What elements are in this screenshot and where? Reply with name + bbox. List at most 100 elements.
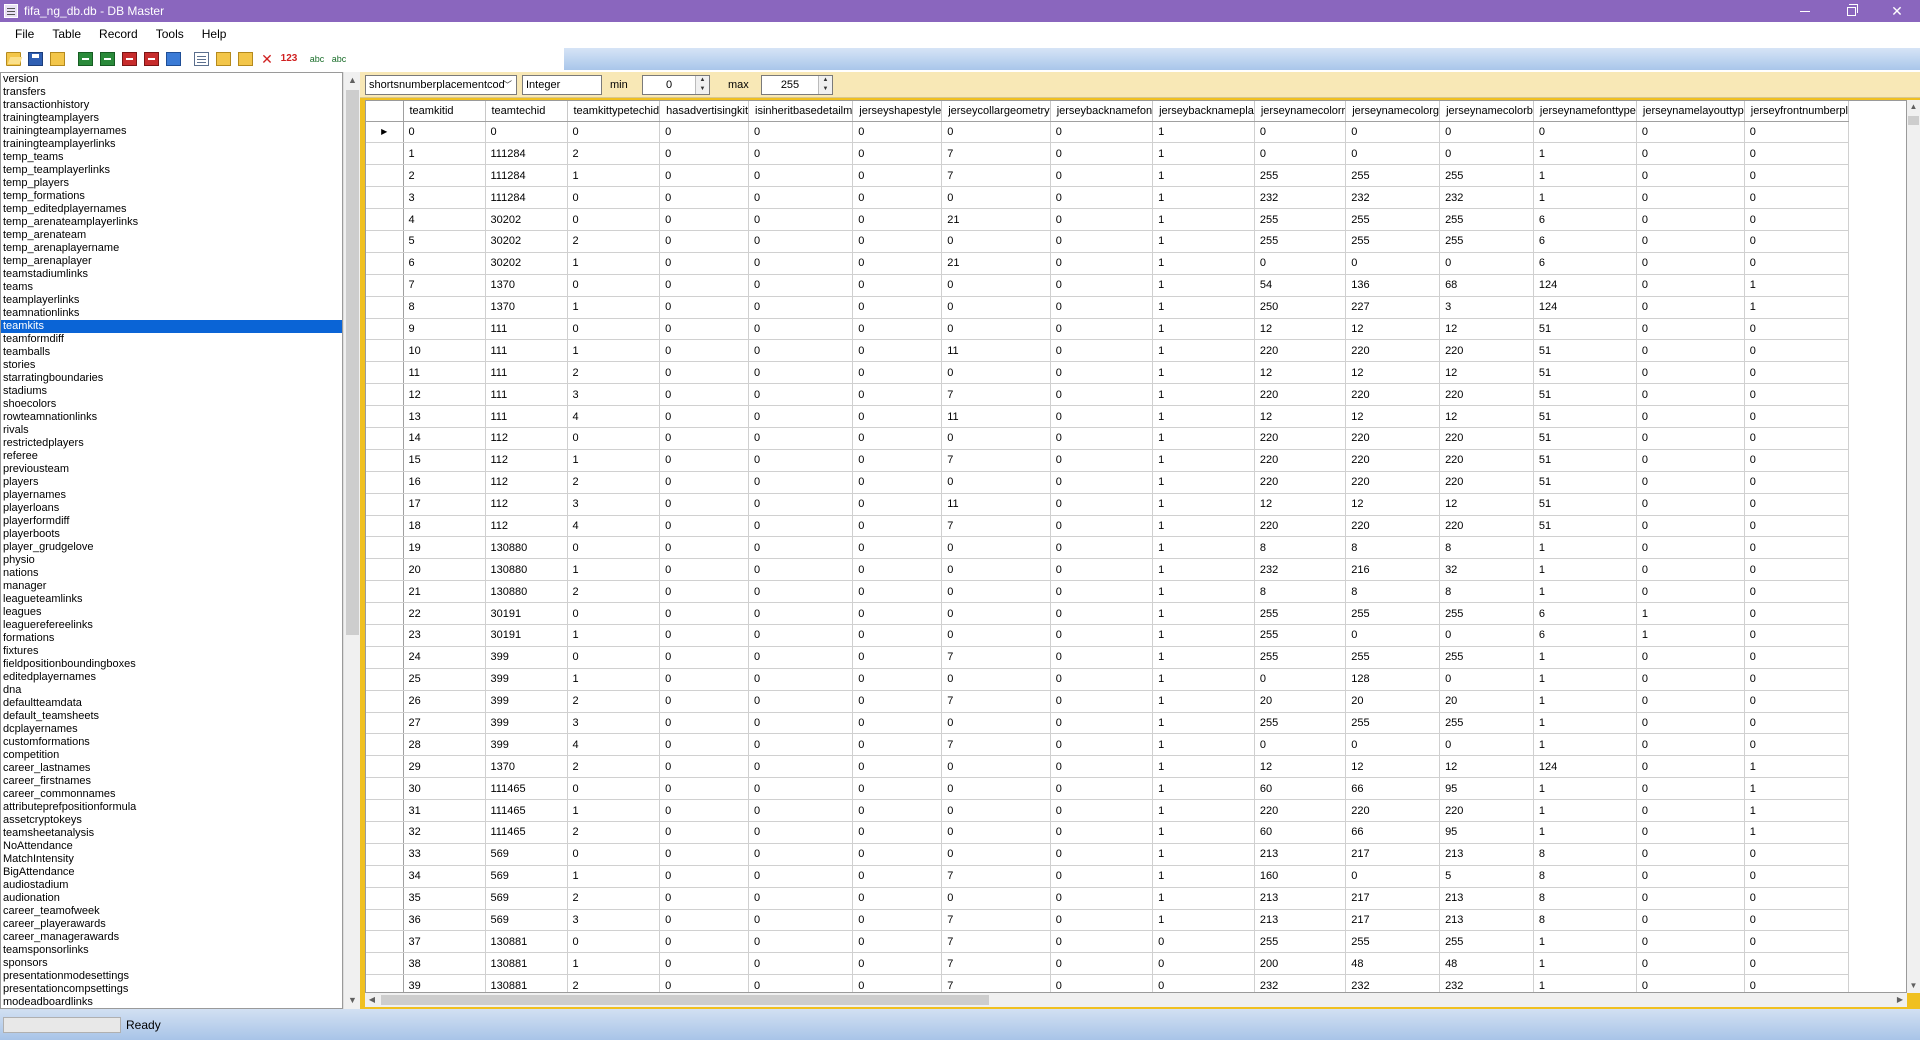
grid-cell[interactable]: 1 — [1152, 383, 1255, 407]
grid-cell[interactable]: 9 — [403, 318, 486, 341]
grid-cell[interactable]: 8 — [1254, 580, 1347, 604]
row-selector[interactable] — [366, 733, 404, 757]
column-header[interactable]: jerseybacknamepla — [1152, 101, 1255, 122]
field-type-input[interactable]: Integer — [522, 75, 602, 95]
table-list-item[interactable]: leagues — [1, 606, 342, 619]
row-selector[interactable] — [366, 339, 404, 363]
scroll-down-icon[interactable]: ▼ — [1907, 979, 1920, 993]
row-selector[interactable] — [366, 427, 404, 450]
grid-cell[interactable]: 0 — [1744, 843, 1850, 866]
grid-cell[interactable]: 0 — [659, 449, 750, 472]
grid-cell[interactable]: 1 — [1533, 558, 1637, 582]
grid-cell[interactable]: 0 — [941, 602, 1051, 625]
grid-cell[interactable]: 111 — [485, 339, 568, 363]
grid-cell[interactable]: 0 — [748, 909, 854, 932]
grid-cell[interactable]: 12 — [1439, 405, 1534, 428]
table-row[interactable]: 11 111 2 0 0 0 0 0 1 12 12 12 51 0 0 — [366, 361, 1850, 385]
grid-cell[interactable]: 112 — [485, 427, 568, 450]
table-list-item[interactable]: career_teamofweek — [1, 905, 342, 918]
field-select[interactable]: shortsnumberplacementcod ﹀ — [365, 75, 517, 95]
grid-cell[interactable]: 2 — [567, 755, 661, 779]
grid-cell[interactable]: 8 — [1345, 580, 1441, 604]
grid-cell[interactable]: 0 — [748, 930, 854, 954]
grid-cell[interactable]: 0 — [1050, 274, 1154, 297]
grid-cell[interactable]: 0 — [1636, 952, 1745, 976]
grid-cell[interactable]: 213 — [1439, 843, 1534, 866]
grid-cell[interactable]: 1 — [1744, 799, 1850, 822]
grid-cell[interactable]: 1 — [567, 799, 661, 822]
grid-cell[interactable]: 0 — [1050, 952, 1154, 976]
grid-cell[interactable]: 1 — [1152, 624, 1255, 647]
table-list-item[interactable]: physio — [1, 554, 342, 567]
grid-cell[interactable]: 220 — [1345, 471, 1441, 494]
grid-cell[interactable]: 11 — [403, 361, 486, 385]
grid-cell[interactable]: 0 — [748, 536, 854, 560]
menu-help[interactable]: Help — [193, 22, 236, 46]
grid-cell[interactable]: 569 — [485, 887, 568, 910]
grid-cell[interactable]: 0 — [659, 471, 750, 494]
grid-cell[interactable]: 95 — [1439, 821, 1534, 844]
scroll-thumb[interactable] — [381, 995, 989, 1005]
grid-cell[interactable]: 0 — [567, 602, 661, 625]
grid-cell[interactable]: 124 — [1533, 296, 1637, 319]
grid-cell[interactable]: 0 — [852, 777, 943, 801]
column-header[interactable]: isinheritbasedetailm — [748, 101, 854, 122]
grid-cell[interactable]: 220 — [1345, 449, 1441, 472]
grid-cell[interactable]: 0 — [748, 712, 854, 735]
grid-cell[interactable]: 12 — [1345, 493, 1441, 516]
grid-cell[interactable]: 51 — [1533, 318, 1637, 341]
grid-cell[interactable]: 6 — [1533, 602, 1637, 625]
grid-cell[interactable]: 12 — [1254, 361, 1347, 385]
grid-cell[interactable]: 0 — [1636, 821, 1745, 844]
grid-cell[interactable]: 0 — [941, 799, 1051, 822]
table-list-item[interactable]: assetcryptokeys — [1, 814, 342, 827]
table-list-item[interactable]: teamsponsorlinks — [1, 944, 342, 957]
grid-cell[interactable]: 7 — [941, 952, 1051, 976]
grid-cell[interactable]: 0 — [1636, 558, 1745, 582]
grid-cell[interactable]: 12 — [1254, 493, 1347, 516]
grid-cell[interactable]: 255 — [1254, 646, 1347, 669]
grid-cell[interactable]: 213 — [1254, 843, 1347, 866]
grid-cell[interactable]: 68 — [1439, 274, 1534, 297]
row-selector[interactable] — [366, 624, 404, 647]
grid-cell[interactable]: 0 — [941, 471, 1051, 494]
grid-cell[interactable]: 1 — [1744, 777, 1850, 801]
grid-cell[interactable]: 0 — [659, 274, 750, 297]
grid-cell[interactable]: 220 — [1254, 471, 1347, 494]
grid-cell[interactable]: 232 — [1439, 974, 1534, 992]
column-header[interactable]: jerseyfrontnumberpl — [1744, 101, 1850, 122]
grid-cell[interactable]: 1 — [1152, 493, 1255, 516]
grid-cell[interactable]: 0 — [1050, 909, 1154, 932]
grid-cell[interactable]: 227 — [1345, 296, 1441, 319]
grid-cell[interactable]: 128 — [1345, 668, 1441, 691]
grid-cell[interactable]: 0 — [1050, 252, 1154, 275]
grid-cell[interactable]: 1 — [567, 865, 661, 888]
scroll-thumb[interactable] — [346, 90, 359, 635]
grid-cell[interactable]: 0 — [1439, 252, 1534, 275]
grid-cell[interactable]: 0 — [659, 821, 750, 844]
grid-cell[interactable]: 255 — [1254, 624, 1347, 647]
column-header[interactable]: teamkitid — [403, 101, 486, 122]
grid-cell[interactable]: 8 — [1533, 887, 1637, 910]
table-list-item[interactable]: teamstadiumlinks — [1, 268, 342, 281]
table-list-item[interactable]: playerformdiff — [1, 515, 342, 528]
grid-cell[interactable]: 1 — [1152, 536, 1255, 560]
grid-cell[interactable]: 1 — [1152, 515, 1255, 538]
grid-cell[interactable]: 220 — [1345, 515, 1441, 538]
grid-cell[interactable]: 0 — [1744, 646, 1850, 669]
row-selector[interactable] — [366, 580, 404, 604]
grid-cell[interactable]: 0 — [659, 580, 750, 604]
table-row[interactable]: 30 111465 0 0 0 0 0 0 1 60 66 95 1 0 1 — [366, 777, 1850, 801]
grid-cell[interactable]: 1 — [1152, 909, 1255, 932]
grid-cell[interactable]: 1370 — [485, 274, 568, 297]
grid-cell[interactable]: 4 — [567, 515, 661, 538]
grid-cell[interactable]: 0 — [1345, 142, 1441, 166]
column-header[interactable]: jerseyshapestyle — [852, 101, 943, 122]
grid-cell[interactable]: 399 — [485, 690, 568, 713]
grid-cell[interactable]: 0 — [748, 646, 854, 669]
scroll-thumb[interactable] — [1908, 116, 1919, 125]
grid-cell[interactable]: 0 — [1744, 580, 1850, 604]
scroll-up-icon[interactable]: ▲ — [344, 72, 361, 89]
grid-cell[interactable]: 7 — [941, 909, 1051, 932]
grid-cell[interactable]: 0 — [852, 427, 943, 450]
